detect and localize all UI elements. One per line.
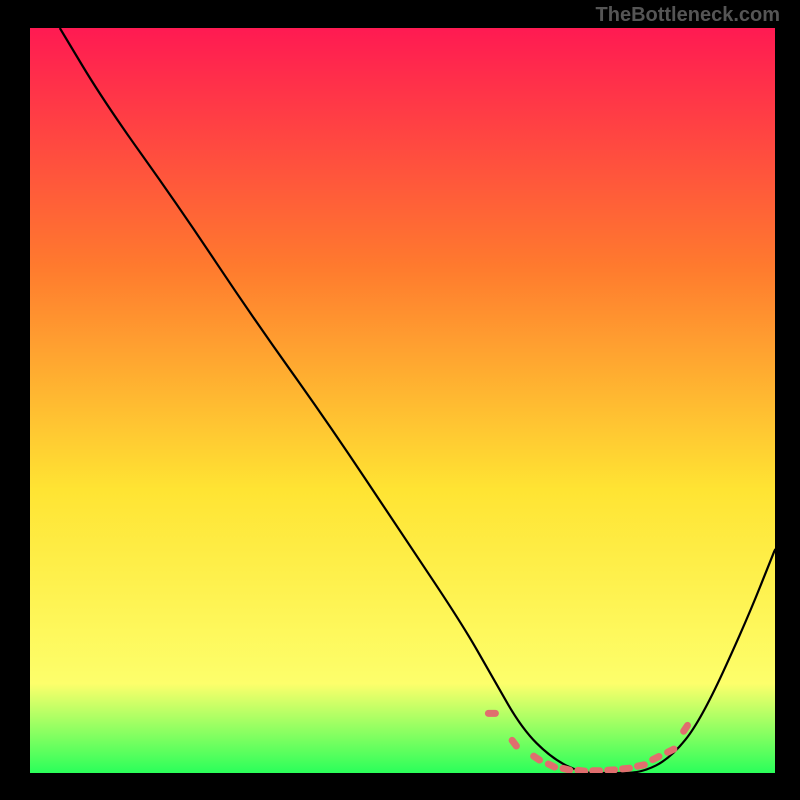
chart-svg <box>30 28 775 773</box>
gradient-background <box>30 28 775 773</box>
watermark-text: TheBottleneck.com <box>596 4 780 27</box>
chart-container: TheBottleneck.com <box>0 0 800 800</box>
plot-area <box>30 28 775 773</box>
